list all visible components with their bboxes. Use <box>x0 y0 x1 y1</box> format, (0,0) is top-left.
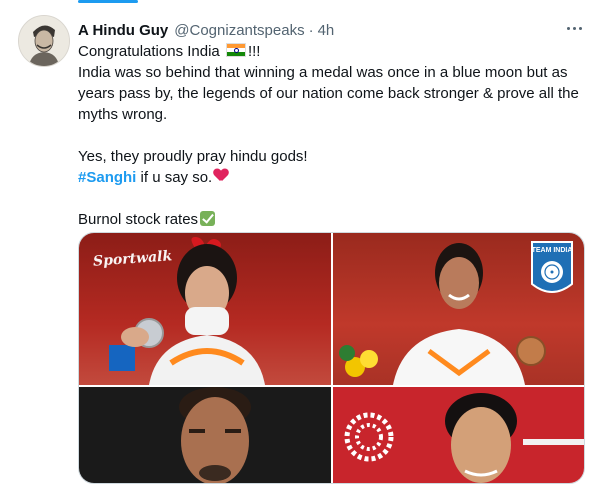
boxer-image <box>344 393 584 483</box>
exclamation-text: !!! <box>247 43 261 60</box>
hashtag-link[interactable]: #Sanghi <box>78 169 136 186</box>
team-india-label: TEAM INDIA <box>532 247 573 254</box>
paragraph-1: India was so behind that winning a medal… <box>78 64 579 123</box>
tweet-text: Congratulations India !!! India was so b… <box>78 41 583 230</box>
media-photo-3[interactable] <box>79 387 331 483</box>
paragraph-2-line-2: #Sanghi if u say so. <box>78 167 583 188</box>
burnol-text: Burnol stock rates <box>78 211 199 228</box>
timestamp[interactable]: 4h <box>318 22 335 39</box>
olympic-rings-logo <box>344 412 394 462</box>
check-mark-icon <box>200 211 216 226</box>
tweet-header: A Hindu Guy @Cognizantspeaks · 4h <box>78 19 573 41</box>
author-handle[interactable]: @Cognizantspeaks <box>174 22 304 39</box>
hashtag-followup-text: if u say so. <box>136 169 213 186</box>
media-photo-4[interactable] <box>333 387 584 483</box>
congrats-line: Congratulations India !!! <box>78 41 583 62</box>
media-grid: Sportwalk TEAM INDIA <box>78 232 585 484</box>
team-india-badge: TEAM INDIA <box>529 240 575 300</box>
wrestler-image <box>179 387 251 483</box>
more-options-icon[interactable] <box>561 18 587 38</box>
paragraph-3: Burnol stock rates <box>78 209 583 230</box>
red-heart-icon <box>214 169 228 183</box>
avatar-portrait-image <box>19 16 69 66</box>
media-photo-2[interactable]: TEAM INDIA <box>333 233 584 385</box>
avatar[interactable] <box>18 15 70 67</box>
paragraph-2-line-1: Yes, they proudly pray hindu gods! <box>78 148 308 165</box>
author-name[interactable]: A Hindu Guy <box>78 22 168 39</box>
congrats-text: Congratulations India <box>78 43 220 60</box>
india-flag-icon <box>225 43 246 57</box>
timeline-accent-bar <box>78 0 138 3</box>
media-photo-1[interactable]: Sportwalk <box>79 233 331 385</box>
separator-dot: · <box>308 21 314 39</box>
